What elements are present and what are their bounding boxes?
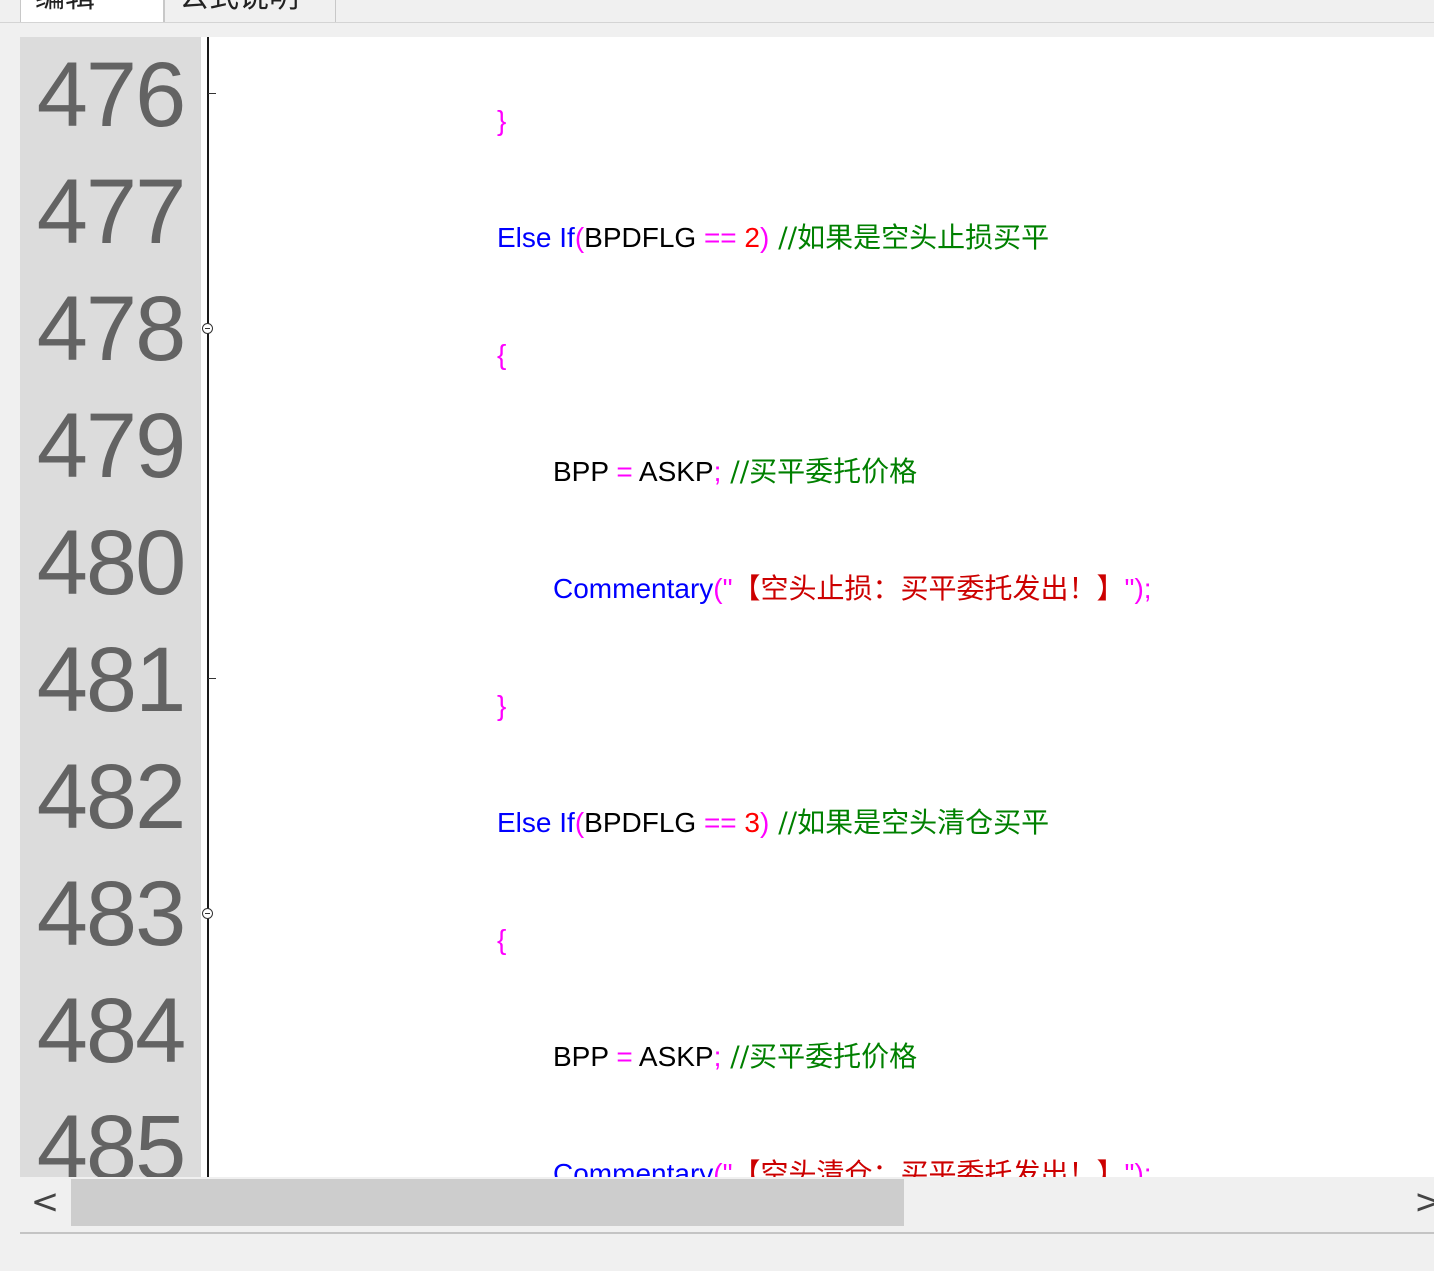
comment-token: //如果是空头止损买平 <box>769 221 1050 254</box>
operator-token: = <box>616 1041 633 1072</box>
scrollbar-thumb[interactable] <box>71 1179 904 1226</box>
function-token: Commentary <box>553 573 714 604</box>
code-line: } <box>497 647 506 764</box>
operator-token: == <box>703 222 737 253</box>
code-line: BPP = ASKP; //买平委托价格 <box>553 998 917 1115</box>
variable-token: ASKP <box>632 1041 714 1072</box>
code-line: } <box>497 62 506 179</box>
code-line: Else If(BPDFLG == 2) //如果是空头止损买平 <box>497 179 1049 296</box>
number-token: 3 <box>736 807 761 838</box>
number-token: 2 <box>736 222 761 253</box>
paren-token: (" <box>713 573 733 604</box>
paren-token: ) <box>760 222 770 253</box>
tab-edit[interactable]: 编辑 <box>20 0 164 22</box>
tab-formula-description[interactable]: 公式说明 <box>164 0 336 22</box>
code-line: { <box>497 881 506 998</box>
paren-token: ) <box>760 807 770 838</box>
brace-token: { <box>497 924 507 955</box>
comment-token: //买平委托价格 <box>721 455 918 488</box>
paren-token: "); <box>1124 1158 1152 1177</box>
variable-token: BPP <box>553 456 617 487</box>
code-line: Else If(BPDFLG == 3) //如果是空头清仓买平 <box>497 764 1049 881</box>
paren-token: (" <box>713 1158 733 1177</box>
variable-token: ASKP <box>632 456 714 487</box>
tab-bar: 编辑 公式说明 <box>0 0 1434 23</box>
comment-token: //买平委托价格 <box>721 1040 918 1073</box>
status-bar <box>20 1232 1434 1271</box>
code-line: BPP = ASKP; //买平委托价格 <box>553 413 917 530</box>
code-line: Commentary("【空头清仓：买平委托发出！】"); <box>553 1115 1152 1177</box>
function-token: Commentary <box>553 1158 714 1177</box>
operator-token: == <box>703 807 737 838</box>
scroll-left-arrow-icon[interactable]: < <box>20 1177 70 1229</box>
variable-token: BPP <box>553 1041 617 1072</box>
string-token: 【空头清仓：买平委托发出！】 <box>732 1157 1125 1177</box>
variable-token: BPDFLG <box>584 222 704 253</box>
code-editor[interactable]: 476 477 478 479 480 481 482 483 484 485 … <box>20 37 1434 1177</box>
brace-token: } <box>497 690 507 721</box>
paren-token: ( <box>574 222 585 253</box>
scroll-right-arrow-icon[interactable]: > <box>1414 1177 1434 1229</box>
paren-token: "); <box>1124 573 1152 604</box>
comment-token: //如果是空头清仓买平 <box>769 806 1050 839</box>
code-area[interactable]: } Else If(BPDFLG == 2) //如果是空头止损买平 { BPP… <box>20 37 1434 1177</box>
code-line: Commentary("【空头止损：买平委托发出！】"); <box>553 530 1152 647</box>
variable-token: BPDFLG <box>584 807 704 838</box>
string-token: 【空头止损：买平委托发出！】 <box>732 572 1125 605</box>
keyword-token: Else If <box>497 807 575 838</box>
brace-token: } <box>497 105 507 136</box>
brace-token: { <box>497 339 507 370</box>
horizontal-scrollbar[interactable]: < > <box>20 1177 1434 1229</box>
paren-token: ( <box>574 807 585 838</box>
keyword-token: Else If <box>497 222 575 253</box>
operator-token: = <box>616 456 633 487</box>
code-line: { <box>497 296 506 413</box>
